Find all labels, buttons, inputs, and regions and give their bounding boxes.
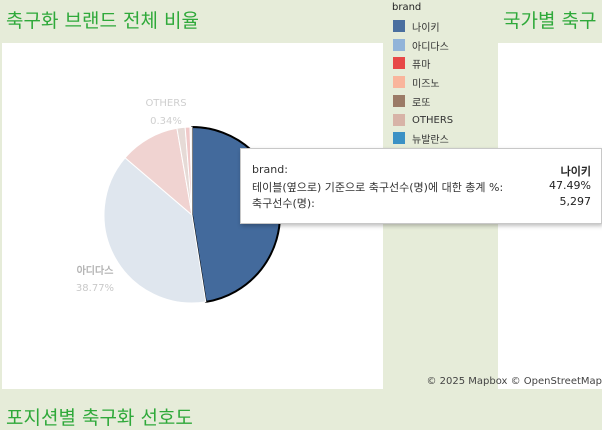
adidas-slice-label: 아디다스 <box>77 264 114 277</box>
map-title: 국가별 축구 <box>503 10 597 32</box>
position-chart-title: 포지션별 축구화 선호도 <box>6 407 193 429</box>
legend-item-nike[interactable]: 나이키 <box>393 19 440 34</box>
legend-swatch <box>393 132 405 144</box>
legend-swatch <box>393 76 405 88</box>
chart-title: 축구화 브랜드 전체 비율 <box>6 10 199 32</box>
others-slice-label: OTHERS <box>145 98 186 109</box>
legend-label: 미즈노 <box>412 78 440 90</box>
legend-title: brand <box>392 2 422 13</box>
legend-swatch <box>393 114 405 126</box>
legend-item-mizuno[interactable]: 미즈노 <box>393 75 440 90</box>
tooltip-count-label: 축구선수(명): <box>252 197 315 210</box>
map-attribution[interactable]: © 2025 Mapbox © OpenStreetMap <box>426 376 602 387</box>
legend-swatch <box>393 95 405 107</box>
legend-swatch <box>393 39 405 51</box>
nike-slice-tooltip: brand: 나이키 테이블(옆으로) 기준으로 축구선수(명)에 대한 총계 … <box>240 148 602 224</box>
tooltip-pct-row: 테이블(옆으로) 기준으로 축구선수(명)에 대한 총계 %: 47.49% <box>252 179 591 195</box>
tooltip-count-row: 축구선수(명): 5,297 <box>252 195 591 211</box>
legend-label: 퓨마 <box>412 59 431 71</box>
legend-swatch <box>393 20 405 32</box>
legend-item-adidas[interactable]: 아디다스 <box>393 38 449 53</box>
adidas-slice-pct: 38.77% <box>76 283 114 294</box>
legend-label: 나이키 <box>412 22 440 34</box>
legend-label: 뉴발란스 <box>412 134 449 146</box>
tooltip-brand-row: brand: 나이키 <box>252 163 591 179</box>
legend-item-newbalance[interactable]: 뉴발란스 <box>393 131 449 146</box>
legend-item-lotto[interactable]: 로또 <box>393 94 431 109</box>
tooltip-count-value: 5,297 <box>559 195 592 208</box>
brand-legend: brand 나이키 아디다스 퓨마 미즈노 로또 OTHERS 뉴발란스 <box>388 0 498 160</box>
legend-label: OTHERS <box>412 114 454 126</box>
others-slice-pct: 0.34% <box>150 116 182 127</box>
tooltip-pct-value: 47.49% <box>549 179 591 192</box>
legend-item-others[interactable]: OTHERS <box>393 113 453 127</box>
tooltip-brand-value: 나이키 <box>560 165 591 178</box>
tooltip-pct-label: 테이블(옆으로) 기준으로 축구선수(명)에 대한 총계 %: <box>252 181 504 194</box>
legend-swatch <box>393 57 405 69</box>
tooltip-brand-label: brand: <box>252 163 288 176</box>
legend-item-puma[interactable]: 퓨마 <box>393 56 431 71</box>
legend-label: 로또 <box>412 97 431 109</box>
legend-label: 아디다스 <box>412 41 449 53</box>
